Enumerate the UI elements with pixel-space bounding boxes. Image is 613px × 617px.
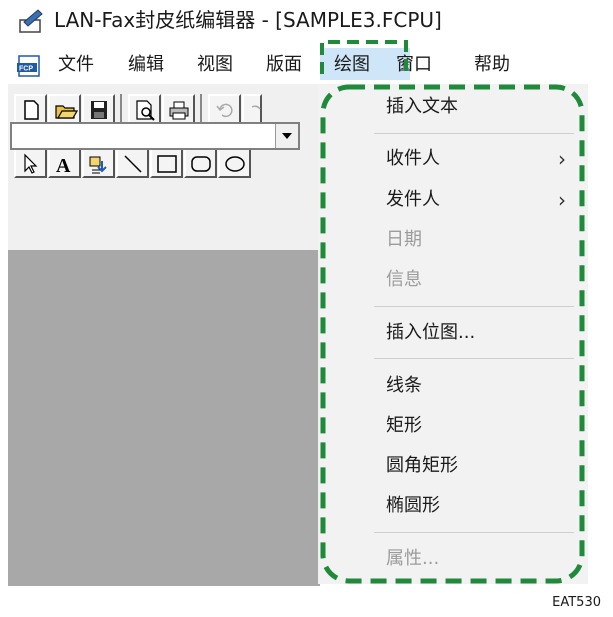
- menu-layout[interactable]: 版面: [266, 52, 306, 78]
- menu-bar: FCP 文件 编辑 视图 版面 绘图 窗口 帮助: [0, 44, 613, 86]
- undo-icon: [216, 103, 233, 118]
- combo-dropdown-button[interactable]: [275, 124, 298, 148]
- new-button[interactable]: [14, 94, 47, 124]
- app-icon: [19, 9, 43, 33]
- rectangle-tool-icon: [157, 155, 177, 173]
- toolbar-separator: [200, 94, 202, 124]
- redo-icon: [251, 105, 261, 110]
- select-arrow-icon: [24, 153, 38, 174]
- print-preview-icon: [136, 100, 155, 121]
- editor-canvas[interactable]: [8, 250, 320, 586]
- select-tool-button[interactable]: [14, 148, 47, 178]
- svg-text:A: A: [56, 155, 71, 175]
- line-tool-button[interactable]: [116, 148, 149, 178]
- chevron-down-icon: [282, 133, 292, 139]
- save-button[interactable]: [82, 94, 115, 124]
- ellipse-tool-icon: [225, 156, 245, 172]
- print-preview-button[interactable]: [128, 94, 161, 124]
- menu-help[interactable]: 帮助: [474, 52, 510, 78]
- rectangle-tool-button[interactable]: [150, 148, 183, 178]
- title-bar: LAN-Fax封皮纸编辑器 - [SAMPLE3.FCPU]: [0, 0, 613, 40]
- figure-code: EAT530: [552, 595, 601, 610]
- printer-icon: [169, 101, 189, 120]
- callout-highlight-dropdown: [320, 84, 585, 584]
- undo-button[interactable]: [208, 94, 241, 124]
- text-tool-icon: A: [56, 155, 71, 175]
- line-tool-icon: [124, 155, 142, 173]
- rounded-rectangle-tool-icon: [191, 156, 211, 172]
- print-button[interactable]: [162, 94, 195, 124]
- toolbar-separator: [120, 94, 122, 124]
- menu-view[interactable]: 视图: [197, 52, 233, 78]
- save-disk-icon: [91, 101, 107, 119]
- ellipse-tool-button[interactable]: [218, 148, 251, 178]
- open-button[interactable]: [48, 94, 81, 124]
- text-tool-button[interactable]: A: [48, 148, 81, 178]
- menu-edit[interactable]: 编辑: [128, 52, 164, 78]
- toolbar-area: A: [8, 84, 318, 250]
- svg-text:FCP: FCP: [19, 66, 33, 73]
- window-title: LAN-Fax封皮纸编辑器 - [SAMPLE3.FCPU]: [54, 8, 442, 32]
- redo-button[interactable]: [242, 94, 262, 124]
- new-document-icon: [24, 100, 39, 120]
- open-folder-icon: [55, 105, 78, 119]
- field-tool-button[interactable]: [82, 148, 115, 178]
- style-combo-box[interactable]: [10, 122, 300, 150]
- callout-highlight-menu: [320, 40, 408, 74]
- menu-file[interactable]: 文件: [58, 52, 94, 78]
- rounded-rectangle-tool-button[interactable]: [184, 148, 217, 178]
- fcp-document-icon: FCP: [17, 55, 40, 77]
- field-insert-icon: [89, 156, 107, 174]
